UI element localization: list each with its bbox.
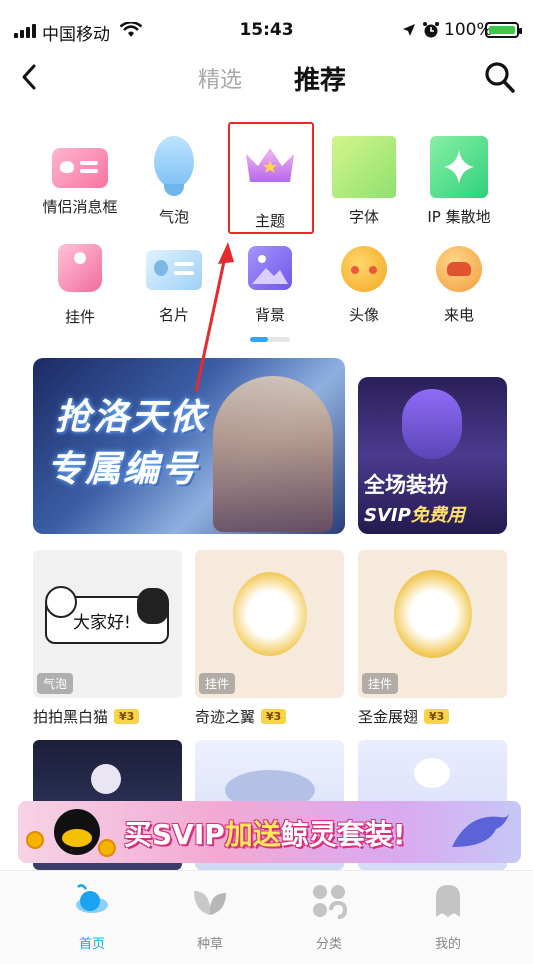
category-incoming-call[interactable]: 来电: [411, 244, 507, 325]
promo-text: 买SVIP加送鲸灵套装!: [124, 813, 406, 853]
golden-wings-avatar: [394, 570, 472, 658]
category-label: 来电: [443, 306, 474, 324]
banner-svip-free[interactable]: 全场装扮 SVIP免费用: [358, 377, 507, 534]
price-badge: ¥3: [424, 709, 450, 724]
item-info: 拍拍黑白猫 ¥3: [33, 706, 140, 727]
whale-icon: [452, 811, 510, 847]
leaf-icon: [194, 891, 226, 915]
bubble-icon: [154, 136, 194, 198]
item-card[interactable]: 大家好! 气泡: [33, 550, 182, 698]
item-info: 圣金展翅 ¥3: [358, 706, 450, 727]
price-badge: ¥3: [261, 709, 287, 724]
nav-mine[interactable]: 我的: [408, 881, 488, 952]
item-name: 圣金展翅: [358, 708, 419, 726]
category-grid-icon: [313, 885, 348, 919]
category-label: 背景: [254, 306, 285, 324]
banner-title-line2: 专属编号: [47, 449, 200, 490]
nav-label: 种草: [196, 937, 223, 952]
bottom-nav: 首页 种草 分类 我的: [0, 870, 533, 964]
nav-category[interactable]: 分类: [289, 881, 369, 952]
item-type-tag: 挂件: [362, 673, 399, 694]
nav-home[interactable]: 首页: [52, 881, 132, 952]
moon-illustration: [91, 764, 121, 794]
carousel-pager: [250, 337, 290, 342]
nav-grass[interactable]: 种草: [170, 881, 250, 952]
profile-ghost-icon: [436, 885, 460, 917]
category-bubble[interactable]: 气泡: [126, 136, 222, 227]
category-avatar[interactable]: 头像: [316, 244, 412, 325]
item-type-tag: 挂件: [199, 673, 236, 694]
black-cat: [137, 588, 169, 624]
nav-label: 首页: [78, 937, 105, 952]
category-label: 头像: [348, 306, 379, 324]
nav-label: 我的: [434, 937, 461, 952]
golden-wings-avatar: [233, 572, 307, 656]
banner-title-line1: 抢洛天依: [55, 397, 208, 438]
avatar-icon: [341, 246, 387, 292]
price-badge: ¥3: [114, 709, 140, 724]
ip-hub-icon: [430, 136, 488, 198]
category-label: 气泡: [158, 208, 189, 226]
home-planet-icon: [76, 884, 108, 913]
banner-side-line1: 全场装扮: [364, 473, 448, 497]
highlight-box: [228, 122, 314, 234]
item-type-tag: 气泡: [37, 673, 74, 694]
promo-highlight: 加送: [224, 818, 281, 851]
pendant-icon: [58, 244, 102, 292]
free-use-text: 免费用: [410, 505, 465, 526]
character-illustration: [414, 758, 450, 788]
card-icon: [146, 250, 202, 290]
phone-icon: [436, 246, 482, 292]
promo-suffix: 鲸灵套装!: [280, 818, 406, 851]
back-arrow-icon[interactable]: [16, 60, 46, 94]
character-illustration: [213, 376, 333, 532]
nav-label: 分类: [315, 937, 342, 952]
item-name: 拍拍黑白猫: [33, 708, 109, 726]
character-illustration: [402, 389, 462, 459]
banner-luotianyi[interactable]: 抢洛天依 专属编号: [33, 358, 345, 534]
item-info: 奇迹之翼 ¥3: [195, 706, 287, 727]
category-background[interactable]: 背景: [222, 244, 318, 325]
category-pendant[interactable]: 挂件: [32, 244, 128, 327]
promo-banner[interactable]: 买SVIP加送鲸灵套装!: [18, 801, 521, 863]
tab-featured[interactable]: 精选: [198, 62, 242, 94]
bubble-text: 大家好!: [73, 613, 131, 633]
banner-side-line2: SVIP免费用: [364, 501, 465, 527]
alarm-icon: [423, 22, 439, 38]
coin-icon: [26, 831, 44, 849]
status-bar: 中国移动 15:43 100%: [0, 0, 533, 62]
font-icon: [332, 136, 396, 198]
category-couple-message[interactable]: 情侣消息框: [32, 136, 128, 217]
battery-icon: [485, 22, 522, 38]
qq-penguin-mascot: [54, 809, 100, 855]
category-label: 情侣消息框: [42, 198, 118, 216]
category-card[interactable]: 名片: [126, 244, 222, 325]
item-card[interactable]: 挂件: [195, 550, 344, 698]
promo-prefix: 买SVIP: [124, 818, 225, 851]
category-label: 挂件: [64, 308, 95, 326]
category-label: 名片: [158, 306, 189, 324]
item-name: 奇迹之翼: [195, 708, 256, 726]
category-label: IP 集散地: [427, 208, 491, 226]
location-icon: [403, 24, 415, 36]
svip-text: SVIP: [364, 505, 411, 526]
category-font[interactable]: 字体: [316, 136, 412, 227]
coin-icon: [98, 839, 116, 857]
search-icon[interactable]: [484, 60, 516, 94]
category-ip-hub[interactable]: IP 集散地: [411, 136, 507, 227]
category-label: 字体: [348, 208, 379, 226]
tab-recommend[interactable]: 推荐: [294, 60, 346, 97]
background-icon: [248, 246, 292, 290]
couple-message-icon: [52, 148, 108, 188]
item-card[interactable]: 挂件: [358, 550, 507, 698]
